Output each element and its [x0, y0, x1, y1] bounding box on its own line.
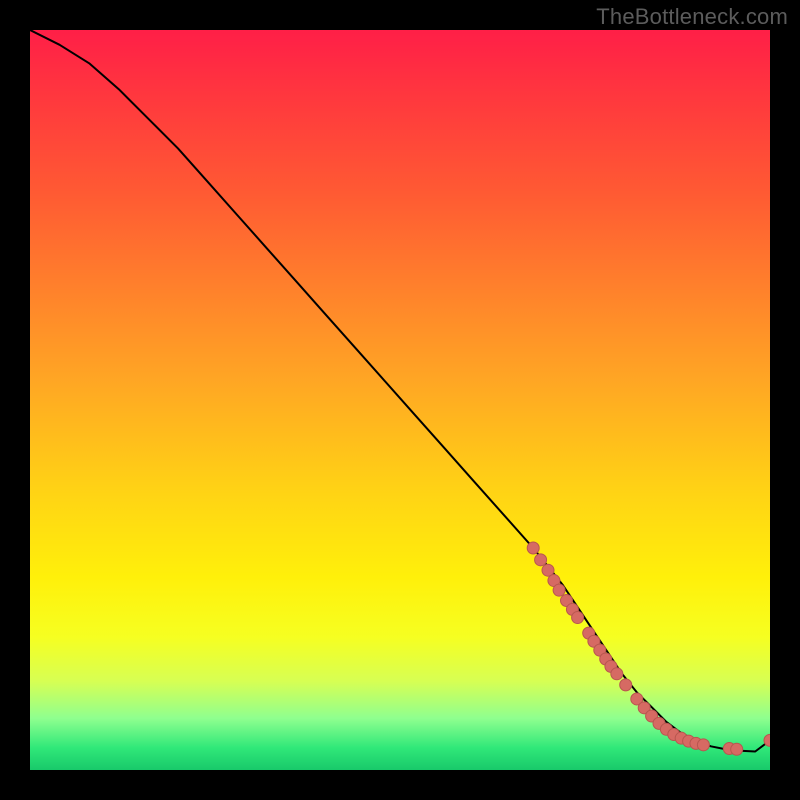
- data-point: [611, 668, 623, 680]
- data-points: [527, 542, 770, 755]
- data-point: [572, 612, 584, 624]
- data-point: [697, 739, 709, 751]
- watermark-text: TheBottleneck.com: [596, 4, 788, 30]
- data-point: [527, 542, 539, 554]
- data-point: [535, 554, 547, 566]
- chart-overlay: [30, 30, 770, 770]
- plot-area: [30, 30, 770, 770]
- data-point: [731, 743, 743, 755]
- bottleneck-curve: [30, 30, 770, 752]
- data-point: [553, 584, 565, 596]
- chart-frame: TheBottleneck.com: [0, 0, 800, 800]
- data-point: [620, 679, 632, 691]
